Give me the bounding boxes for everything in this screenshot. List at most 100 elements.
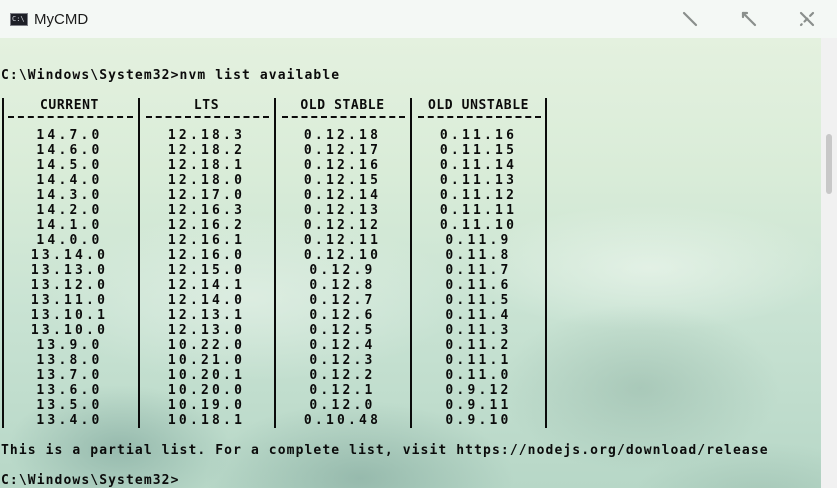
- cell-old-unstable: 0.11.3: [445, 323, 512, 338]
- cell-lts: 12.18.0: [167, 173, 246, 188]
- table-column-divider: [274, 98, 276, 428]
- maximize-icon: [741, 11, 757, 27]
- cell-lts: 12.14.1: [167, 278, 246, 293]
- cell-current: 13.5.0: [36, 398, 103, 413]
- header-separator: [146, 116, 269, 118]
- cell-old-stable: 0.12.9: [309, 263, 376, 278]
- command-line: C:\Windows\System32>nvm list available: [1, 68, 341, 83]
- cell-old-unstable: 0.11.8: [445, 248, 512, 263]
- cell-old-stable: 0.12.11: [303, 233, 382, 248]
- cell-lts: 10.19.0: [167, 398, 246, 413]
- cell-current: 13.12.0: [30, 278, 109, 293]
- header-separator: [418, 116, 541, 118]
- cell-lts: 12.17.0: [167, 188, 246, 203]
- cell-current: 13.10.1: [30, 308, 109, 323]
- console-area[interactable]: C:\Windows\System32>nvm list available C…: [0, 38, 821, 488]
- cmd-window: C:\ MyCMD C:\Windows\System32>nvm list a…: [0, 0, 837, 488]
- cell-lts: 10.22.0: [167, 338, 246, 353]
- table-column-divider: [545, 98, 547, 428]
- cell-old-unstable: 0.11.10: [439, 218, 518, 233]
- cell-current: 14.1.0: [36, 218, 103, 233]
- cell-old-unstable: 0.11.9: [445, 233, 512, 248]
- header-lts: LTS: [193, 98, 220, 113]
- cell-old-stable: 0.12.6: [309, 308, 376, 323]
- cell-old-stable: 0.12.0: [309, 398, 376, 413]
- table-column-divider: [410, 98, 412, 428]
- cell-current: 13.6.0: [36, 383, 103, 398]
- terminal-output: C:\Windows\System32>nvm list available C…: [0, 38, 821, 488]
- cell-old-unstable: 0.11.1: [445, 353, 512, 368]
- vertical-scrollbar[interactable]: [821, 38, 837, 488]
- cell-old-stable: 0.12.4: [309, 338, 376, 353]
- cell-lts: 12.18.3: [167, 128, 246, 143]
- cell-current: 14.5.0: [36, 158, 103, 173]
- terminal-app-icon: C:\: [10, 12, 28, 26]
- cell-current: 13.4.0: [36, 413, 103, 428]
- cell-current: 13.11.0: [30, 293, 109, 308]
- cell-lts: 12.18.2: [167, 143, 246, 158]
- header-separator: [8, 116, 133, 118]
- cell-old-unstable: 0.11.13: [439, 173, 518, 188]
- cell-current: 14.0.0: [36, 233, 103, 248]
- cell-current: 14.3.0: [36, 188, 103, 203]
- scrollbar-thumb[interactable]: [826, 134, 832, 194]
- cell-lts: 10.20.1: [167, 368, 246, 383]
- cell-current: 13.10.0: [30, 323, 109, 338]
- version-table: CURRENT LTS OLD STABLE OLD UNSTABLE 14.7.0 1…: [2, 98, 547, 428]
- cell-old-stable: 0.12.17: [303, 143, 382, 158]
- cell-old-unstable: 0.9.11: [445, 398, 512, 413]
- partial-list-notice: This is a partial list. For a complete l…: [1, 443, 769, 458]
- close-button[interactable]: [796, 8, 818, 30]
- header-current: CURRENT: [40, 98, 99, 113]
- cell-lts: 10.18.1: [167, 413, 246, 428]
- title-bar[interactable]: C:\ MyCMD: [0, 0, 837, 38]
- cell-old-unstable: 0.11.11: [439, 203, 518, 218]
- cell-lts: 12.16.1: [167, 233, 246, 248]
- cell-old-stable: 0.12.3: [309, 353, 376, 368]
- cell-current: 14.4.0: [36, 173, 103, 188]
- cell-old-unstable: 0.11.7: [445, 263, 512, 278]
- maximize-button[interactable]: [738, 8, 760, 30]
- cell-old-stable: 0.12.18: [303, 128, 382, 143]
- cell-lts: 12.15.0: [167, 263, 246, 278]
- table-column-divider: [2, 98, 4, 428]
- cell-lts: 10.20.0: [167, 383, 246, 398]
- cell-old-unstable: 0.11.14: [439, 158, 518, 173]
- cell-old-stable: 0.12.13: [303, 203, 382, 218]
- cell-old-stable: 0.12.10: [303, 248, 382, 263]
- cell-old-unstable: 0.11.5: [445, 293, 512, 308]
- cell-current: 14.2.0: [36, 203, 103, 218]
- cell-old-stable: 0.12.12: [303, 218, 382, 233]
- minimize-icon: [682, 11, 698, 27]
- cell-lts: 12.13.1: [167, 308, 246, 323]
- cell-lts: 12.18.1: [167, 158, 246, 173]
- header-separator: [282, 116, 405, 118]
- minimize-button[interactable]: [679, 8, 701, 30]
- cell-old-stable: 0.12.5: [309, 323, 376, 338]
- table-column-divider: [138, 98, 140, 428]
- cell-old-unstable: 0.11.6: [445, 278, 512, 293]
- cell-current: 14.6.0: [36, 143, 103, 158]
- cell-old-stable: 0.10.48: [303, 413, 382, 428]
- cell-old-stable: 0.12.14: [303, 188, 382, 203]
- cell-lts: 12.13.0: [167, 323, 246, 338]
- cell-current: 13.8.0: [36, 353, 103, 368]
- cell-current: 13.14.0: [30, 248, 109, 263]
- cell-old-unstable: 0.9.12: [445, 383, 512, 398]
- cell-old-unstable: 0.11.16: [439, 128, 518, 143]
- cell-old-stable: 0.12.15: [303, 173, 382, 188]
- cell-old-stable: 0.12.2: [309, 368, 376, 383]
- cell-lts: 12.14.0: [167, 293, 246, 308]
- cell-old-unstable: 0.11.12: [439, 188, 518, 203]
- cell-old-unstable: 0.11.0: [445, 368, 512, 383]
- cell-lts: 12.16.0: [167, 248, 246, 263]
- cell-old-stable: 0.12.8: [309, 278, 376, 293]
- cell-old-unstable: 0.11.4: [445, 308, 512, 323]
- cell-current: 13.7.0: [36, 368, 103, 383]
- cell-old-stable: 0.12.16: [303, 158, 382, 173]
- cell-old-unstable: 0.11.15: [439, 143, 518, 158]
- close-icon: [799, 11, 815, 27]
- cell-old-stable: 0.12.7: [309, 293, 376, 308]
- window-title: MyCMD: [34, 10, 89, 28]
- command-prompt[interactable]: C:\Windows\System32>: [1, 473, 180, 488]
